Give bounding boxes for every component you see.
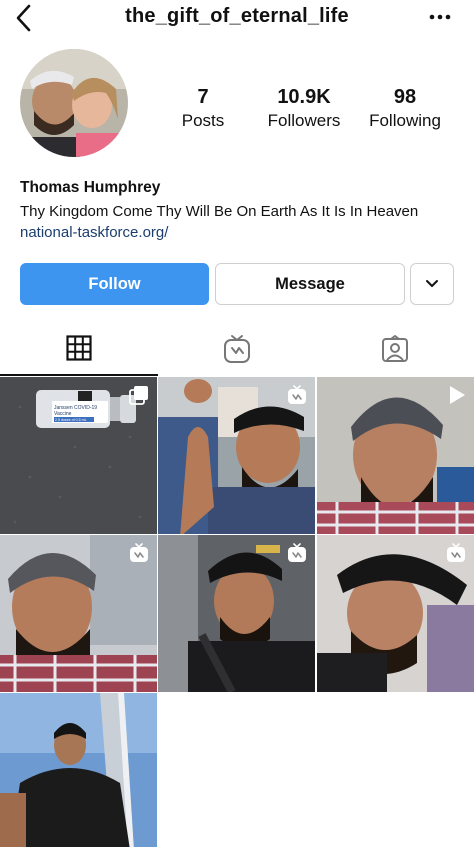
more-options-icon[interactable] xyxy=(428,6,452,28)
message-button[interactable]: Message xyxy=(215,263,405,305)
posts-number: 7 xyxy=(197,86,209,108)
vial-label-line: Vaccine xyxy=(54,411,72,417)
profile-username: the_gift_of_eternal_life xyxy=(125,5,349,27)
post-thumbnail[interactable] xyxy=(158,535,315,692)
play-icon xyxy=(450,386,465,404)
post-thumbnail[interactable] xyxy=(158,377,315,534)
profile-bio: Thy Kingdom Come Thy Will Be On Earth As… xyxy=(20,203,419,220)
follow-button[interactable]: Follow xyxy=(20,263,209,305)
top-bar: the_gift_of_eternal_life xyxy=(0,0,474,38)
posts-count: 7 Posts xyxy=(148,86,258,133)
profile-tabs xyxy=(0,322,474,376)
multi-photo-icon xyxy=(129,386,148,405)
profile-full-name: Thomas Humphrey xyxy=(20,179,161,196)
following-count[interactable]: 98 Following xyxy=(350,86,460,133)
following-number: 98 xyxy=(393,86,417,108)
posts-label: Posts xyxy=(181,111,225,130)
vial-label-line: 2.5 doses of 0.5 mL xyxy=(55,418,87,422)
igtv-icon xyxy=(447,543,465,562)
suggested-accounts-button[interactable] xyxy=(410,263,454,305)
post-thumbnail[interactable] xyxy=(0,535,157,692)
chevron-down-icon xyxy=(426,280,438,287)
post-thumbnail[interactable]: Janssen COVID-19 Vaccine 2.5 doses of 0.… xyxy=(0,377,157,534)
igtv-icon xyxy=(288,385,306,404)
grid-icon xyxy=(66,335,92,361)
followers-number: 10.9K xyxy=(277,86,331,108)
profile-avatar[interactable] xyxy=(20,49,128,157)
igtv-icon xyxy=(130,543,148,562)
tab-igtv[interactable] xyxy=(158,322,316,376)
followers-label: Followers xyxy=(267,111,341,130)
tab-tagged[interactable] xyxy=(316,322,474,376)
igtv-icon xyxy=(288,543,306,562)
tab-posts-grid[interactable] xyxy=(0,322,158,376)
man-under-arch-photo xyxy=(0,693,157,847)
followers-count[interactable]: 10.9K Followers xyxy=(249,86,359,133)
igtv-icon xyxy=(224,335,250,363)
following-label: Following xyxy=(369,111,441,130)
tagged-icon xyxy=(382,335,408,362)
post-thumbnail[interactable] xyxy=(317,377,474,534)
post-thumbnail[interactable] xyxy=(0,693,157,847)
post-thumbnail[interactable] xyxy=(317,535,474,692)
profile-website-link[interactable]: national-taskforce.org/ xyxy=(20,224,168,241)
